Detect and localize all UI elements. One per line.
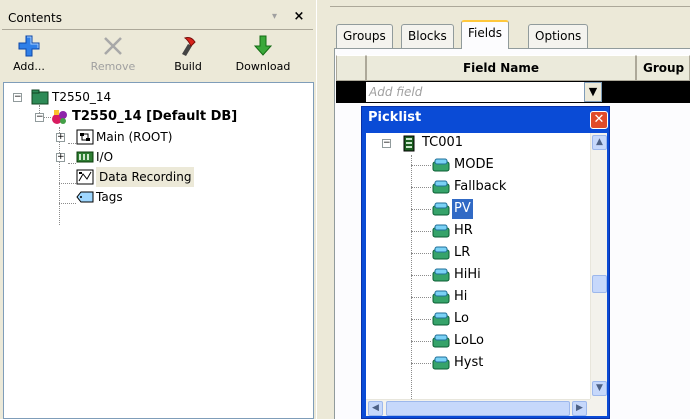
function-block-icon: [76, 129, 94, 145]
picklist-field-label: Fallback: [454, 179, 507, 194]
project-icon: [31, 89, 49, 105]
divider: [330, 6, 690, 7]
scroll-right-icon[interactable]: ▶: [572, 401, 587, 416]
download-button[interactable]: Download: [228, 32, 298, 82]
pin-dropdown-icon[interactable]: ▾: [272, 11, 284, 25]
add-label: Add...: [13, 60, 45, 73]
download-icon: [253, 35, 273, 56]
build-icon: [182, 37, 196, 56]
picklist-close-button[interactable]: ✕: [590, 111, 608, 129]
build-label: Build: [174, 60, 202, 73]
picklist-vertical-scrollbar[interactable]: ▲ ▼: [590, 133, 607, 399]
picklist-dropdown-button[interactable]: ▼: [584, 82, 602, 102]
column-header-group[interactable]: Group: [636, 55, 690, 81]
picklist-horizontal-scrollbar[interactable]: ◀ ▶: [366, 399, 590, 416]
tab-blocks[interactable]: Blocks: [401, 24, 454, 48]
picklist-field-label: MODE: [454, 157, 494, 172]
tree-label-main: Main (ROOT): [96, 130, 173, 144]
field-icon: [432, 202, 450, 216]
field-icon: [432, 268, 450, 282]
expand-icon[interactable]: +: [56, 153, 65, 162]
picklist-field-label: LR: [454, 245, 471, 260]
tab-options[interactable]: Options: [528, 24, 589, 48]
tree-label-db: T2550_14 [Default DB]: [72, 109, 238, 124]
close-contents-button[interactable]: ×: [291, 9, 307, 27]
field-icon: [432, 334, 450, 348]
scroll-up-icon[interactable]: ▲: [592, 135, 607, 150]
collapse-icon[interactable]: −: [35, 113, 44, 122]
picklist-popup: Picklist ✕ − TC001 MODE Fallback PV HR L…: [361, 106, 610, 419]
remove-button[interactable]: Remove: [84, 32, 142, 82]
picklist-field-label: LoLo: [454, 333, 484, 348]
picklist-field-label: Lo: [454, 311, 469, 326]
tree-label-tags: Tags: [96, 190, 123, 204]
field-icon: [432, 246, 450, 260]
add-field-input[interactable]: Add field: [366, 82, 584, 102]
fields-grid-header: Field Name Group: [336, 55, 690, 81]
field-icon: [432, 180, 450, 194]
picklist-block-label: TC001: [422, 135, 464, 150]
block-icon: [403, 135, 415, 152]
row-header-corner: [336, 55, 366, 81]
picklist-list: − TC001 MODE Fallback PV HR LR HiHi Hi L…: [366, 133, 607, 416]
column-header-field-name[interactable]: Field Name: [366, 55, 636, 81]
field-icon: [432, 158, 450, 172]
contents-title: Contents: [8, 11, 62, 25]
remove-label: Remove: [90, 60, 136, 73]
collapse-icon[interactable]: −: [13, 93, 22, 102]
add-icon: [18, 35, 40, 57]
contents-header: Contents ▾ ×: [2, 8, 313, 30]
project-tree: − T2550_14 − T2550_14 [Default DB] + Mai…: [3, 82, 314, 419]
scroll-down-icon[interactable]: ▼: [592, 381, 607, 396]
scroll-thumb[interactable]: [592, 275, 607, 293]
build-button[interactable]: Build: [168, 32, 208, 82]
field-icon: [432, 356, 450, 370]
picklist-field-label: Hyst: [454, 355, 484, 370]
field-icon: [432, 290, 450, 304]
database-icon: [52, 110, 67, 124]
tree-label-root: T2550_14: [52, 90, 112, 104]
remove-icon: [104, 37, 122, 55]
picklist-field-label: Hi: [454, 289, 468, 304]
field-icon: [432, 224, 450, 238]
download-label: Download: [235, 60, 291, 73]
tree-label-io: I/O: [96, 150, 114, 164]
field-icon: [432, 312, 450, 326]
picklist-field-label: HR: [454, 223, 473, 238]
resize-grip-icon[interactable]: [590, 399, 607, 416]
picklist-title: Picklist: [368, 110, 422, 125]
picklist-field-label: HiHi: [454, 267, 481, 282]
scroll-left-icon[interactable]: ◀: [368, 401, 383, 416]
tab-fields[interactable]: Fields: [461, 20, 509, 49]
io-module-icon: [76, 151, 94, 163]
tree-label-data-recording: Data Recording: [96, 167, 195, 187]
expand-icon[interactable]: +: [56, 133, 65, 142]
picklist-field-label: PV: [452, 199, 473, 219]
tab-groups[interactable]: Groups: [336, 24, 393, 48]
add-button[interactable]: Add...: [6, 32, 52, 82]
collapse-icon[interactable]: −: [382, 139, 391, 148]
tag-icon: [76, 191, 94, 203]
data-recording-icon: [76, 169, 94, 185]
scroll-thumb[interactable]: [386, 401, 570, 416]
pane-splitter[interactable]: [316, 0, 328, 419]
